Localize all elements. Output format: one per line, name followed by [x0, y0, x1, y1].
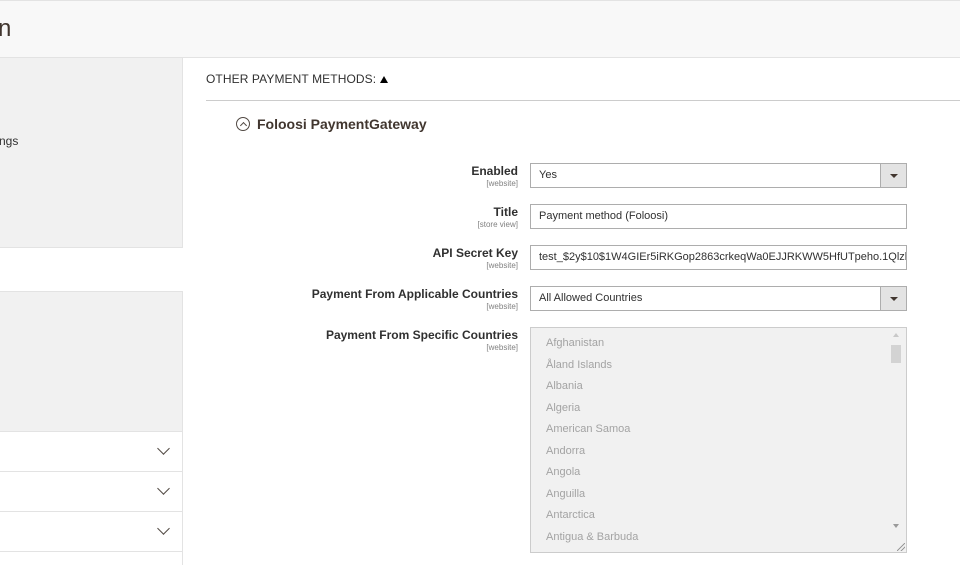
- scroll-up-icon[interactable]: [893, 333, 899, 337]
- section-divider: [206, 100, 960, 101]
- scroll-down-icon[interactable]: [893, 524, 899, 528]
- sidebar-collapsed-section[interactable]: [0, 511, 183, 551]
- select-value: Yes: [539, 169, 557, 181]
- config-sidebar: ngs: [0, 58, 183, 565]
- list-item[interactable]: Antigua & Barbuda: [546, 531, 638, 543]
- field-label: API Secret Key: [432, 246, 518, 260]
- scrollbar[interactable]: [889, 330, 904, 550]
- section-title: OTHER PAYMENT METHODS:: [206, 72, 377, 86]
- list-item[interactable]: American Samoa: [546, 423, 630, 435]
- sidebar-item-label[interactable]: ngs: [0, 134, 18, 148]
- chevron-down-icon[interactable]: [880, 164, 906, 187]
- scope-hint: [website]: [486, 302, 518, 311]
- list-item[interactable]: Anguilla: [546, 488, 585, 500]
- input-value: Payment method (Foloosi): [539, 210, 668, 222]
- api-secret-key-input[interactable]: test_$2y$10$1W4GIEr5iRKGop2863crkeqWa0EJ…: [530, 245, 907, 270]
- chevron-down-icon[interactable]: [880, 287, 906, 310]
- group-title: Foloosi PaymentGateway: [257, 116, 427, 132]
- list-item[interactable]: Albania: [546, 380, 583, 392]
- enabled-select[interactable]: Yes: [530, 163, 907, 188]
- group-toggle-foloosi[interactable]: Foloosi PaymentGateway: [236, 116, 427, 132]
- list-item[interactable]: Åland Islands: [546, 359, 612, 371]
- list-item[interactable]: Antarctica: [546, 509, 595, 521]
- field-label: Title: [493, 205, 518, 219]
- input-value: test_$2y$10$1W4GIEr5iRKGop2863crkeqWa0EJ…: [539, 251, 907, 263]
- title-label: Title [store view]: [478, 205, 518, 229]
- chevron-down-icon: [157, 442, 170, 455]
- page-title: n: [0, 15, 12, 42]
- scope-hint: [website]: [486, 343, 518, 352]
- applicable-countries-select[interactable]: All Allowed Countries: [530, 286, 907, 311]
- enabled-label: Enabled [website]: [471, 164, 518, 188]
- sidebar-tab-group[interactable]: ngs: [0, 58, 183, 248]
- scrollbar-thumb[interactable]: [891, 345, 901, 363]
- scope-hint: [website]: [486, 179, 518, 188]
- select-value: All Allowed Countries: [539, 292, 643, 304]
- api-secret-key-label: API Secret Key [website]: [433, 246, 518, 270]
- list-item[interactable]: Andorra: [546, 445, 585, 457]
- list-item[interactable]: Algeria: [546, 402, 580, 414]
- scope-hint: [store view]: [477, 220, 518, 229]
- sidebar-collapsed-section[interactable]: [0, 471, 183, 511]
- list-item[interactable]: Afghanistan: [546, 337, 604, 349]
- title-input[interactable]: Payment method (Foloosi): [530, 204, 907, 229]
- chevron-down-icon: [157, 482, 170, 495]
- page-header: n: [0, 0, 960, 58]
- field-label: Payment From Applicable Countries: [311, 287, 518, 301]
- sidebar-collapsed-section[interactable]: [0, 551, 183, 565]
- applicable-countries-label: Payment From Applicable Countries [websi…: [312, 287, 518, 311]
- triangle-up-icon: [380, 76, 389, 83]
- field-label: Payment From Specific Countries: [325, 328, 518, 342]
- scope-hint: [website]: [486, 261, 518, 270]
- chevron-down-icon: [157, 522, 170, 535]
- specific-countries-label: Payment From Specific Countries [website…: [326, 328, 518, 352]
- specific-countries-multiselect[interactable]: Afghanistan Åland Islands Albania Algeri…: [530, 327, 907, 553]
- sidebar-tab-group-2[interactable]: [0, 291, 183, 432]
- resize-handle-icon[interactable]: [897, 543, 905, 551]
- section-toggle-other-payment-methods[interactable]: OTHER PAYMENT METHODS:: [206, 72, 389, 86]
- field-label: Enabled: [471, 164, 518, 178]
- sidebar-collapsed-section[interactable]: [0, 431, 183, 471]
- list-item[interactable]: Angola: [546, 466, 580, 478]
- collapse-circle-icon: [236, 117, 250, 131]
